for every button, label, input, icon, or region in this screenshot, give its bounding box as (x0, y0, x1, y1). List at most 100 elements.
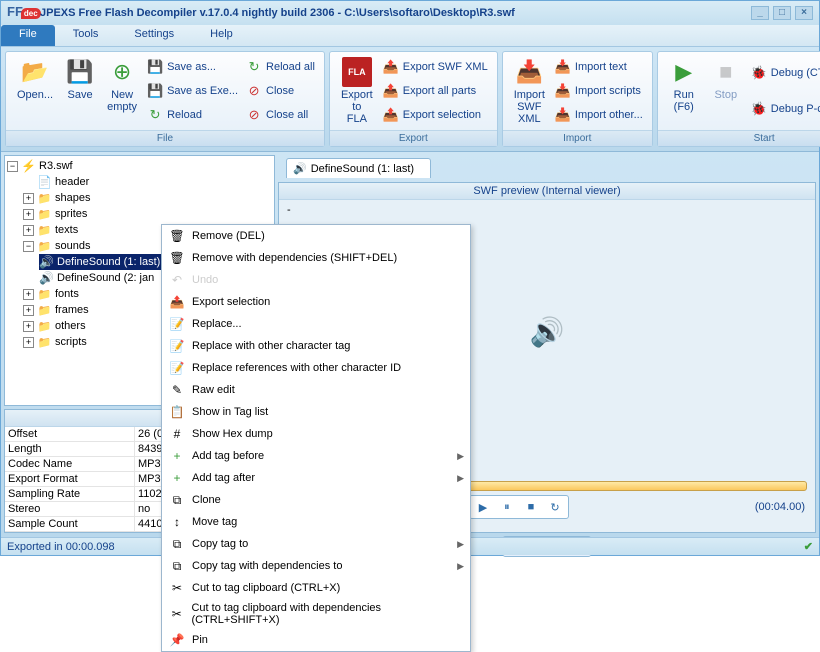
xml-icon: 📤 (383, 59, 399, 75)
close-all-button[interactable]: ⊘Close all (242, 105, 319, 125)
export-swf-xml-button[interactable]: 📤Export SWF XML (379, 57, 492, 77)
debug-pcode-button[interactable]: 🐞Debug P-code (747, 99, 820, 119)
replace-refs-icon: 📝 (168, 360, 186, 376)
menu-settings[interactable]: Settings (116, 25, 192, 46)
ribbon-group-file: 📂 Open... 💾 Save ⊕ Newempty 💾Save as... … (5, 51, 325, 147)
fla-icon: FLA (342, 57, 372, 87)
export-all-icon: 📤 (383, 83, 399, 99)
ctx-remove-deps[interactable]: 🗑Remove with dependencies (SHIFT+DEL) (162, 247, 470, 269)
ctx-clone[interactable]: ⧉Clone (162, 489, 470, 511)
new-icon: ⊕ (107, 57, 137, 87)
ctx-replace-refs[interactable]: 📝Replace references with other character… (162, 357, 470, 379)
ctx-remove[interactable]: 🗑Remove (DEL) (162, 225, 470, 247)
save-as-icon: 💾 (147, 59, 163, 75)
player-loop-button[interactable]: ↻ (544, 498, 566, 516)
cut-deps-icon: ✂ (168, 606, 185, 622)
sound-icon: 🔊 (39, 271, 54, 285)
save-as-button[interactable]: 💾Save as... (143, 57, 242, 77)
import-other-icon: 📥 (555, 107, 571, 123)
tree-header[interactable]: 📄header (23, 174, 272, 190)
import-scripts-button[interactable]: 📥Import scripts (551, 81, 647, 101)
menu-file[interactable]: File (1, 25, 55, 46)
export-fla-button[interactable]: FLA Exportto FLA (335, 55, 379, 127)
ctx-export-selection[interactable]: 📤Export selection (162, 291, 470, 313)
list-icon: 📋 (168, 404, 186, 420)
close-button[interactable]: × (795, 6, 813, 20)
folder-icon (37, 319, 52, 333)
ctx-cut-deps[interactable]: ✂Cut to tag clipboard with dependencies … (162, 599, 470, 629)
reload-all-icon: ↻ (246, 59, 262, 75)
folder-icon (37, 303, 52, 317)
menu-help[interactable]: Help (192, 25, 251, 46)
ctx-add-after[interactable]: +Add tag after▶ (162, 467, 470, 489)
status-ok-icon: ✔ (804, 540, 813, 553)
bug-icon: 🐞 (751, 101, 767, 117)
ctx-replace-char[interactable]: 📝Replace with other character tag (162, 335, 470, 357)
ctx-copy-deps[interactable]: ⧉Copy tag with dependencies to▶ (162, 555, 470, 577)
speaker-icon: 🔊 (530, 316, 565, 349)
tree-shapes[interactable]: +shapes (23, 190, 272, 206)
tree-sprites[interactable]: +sprites (23, 206, 272, 222)
stop-button[interactable]: ■ Stop (705, 55, 747, 127)
copy-deps-icon: ⧉ (168, 558, 186, 574)
reload-all-button[interactable]: ↻Reload all (242, 57, 319, 77)
ctx-add-before[interactable]: +Add tag before▶ (162, 445, 470, 467)
import-other-button[interactable]: 📥Import other... (551, 105, 647, 125)
menubar: File Tools Settings Help (1, 25, 819, 47)
import-swf-xml-button[interactable]: 📥 ImportSWF XML (508, 55, 551, 127)
window-title: JPEXS Free Flash Decompiler v.17.0.4 nig… (40, 7, 515, 19)
import-text-button[interactable]: 📥Import text (551, 57, 647, 77)
submenu-arrow-icon: ▶ (457, 561, 464, 572)
minimize-button[interactable]: _ (751, 6, 769, 20)
close-all-icon: ⊘ (246, 107, 262, 123)
delete-icon: 🗑 (168, 228, 186, 244)
export-all-parts-button[interactable]: 📤Export all parts (379, 81, 492, 101)
ctx-copy-to[interactable]: ⧉Copy tag to▶ (162, 533, 470, 555)
delete-deps-icon: 🗑 (168, 250, 186, 266)
export-icon: 📤 (168, 294, 186, 310)
play-icon: ▶ (669, 57, 699, 87)
time-label: (00:04.00) (755, 501, 805, 513)
app-logo-icon: FFdec (7, 4, 35, 22)
close-file-button[interactable]: ⊘Close (242, 81, 319, 101)
folder-icon (37, 335, 52, 349)
context-menu: 🗑Remove (DEL) 🗑Remove with dependencies … (161, 224, 471, 652)
folder-icon (37, 207, 52, 221)
exe-icon: 💾 (147, 83, 163, 99)
ctx-cut[interactable]: ✂Cut to tag clipboard (CTRL+X) (162, 577, 470, 599)
save-button[interactable]: 💾 Save (59, 55, 101, 127)
add-icon: + (168, 448, 186, 464)
player-stop-button[interactable]: ■ (520, 498, 542, 516)
tree-root[interactable]: −⚡R3.swf (7, 158, 272, 174)
ctx-show-hex[interactable]: #Show Hex dump (162, 423, 470, 445)
page-icon: 📄 (37, 175, 52, 189)
active-tab[interactable]: 🔊DefineSound (1: last) (286, 158, 431, 178)
status-text: Exported in 00:00.098 (7, 541, 115, 553)
ctx-undo[interactable]: ↶Undo (162, 269, 470, 291)
ctx-replace[interactable]: 📝Replace... (162, 313, 470, 335)
undo-icon: ↶ (168, 272, 186, 288)
debug-button[interactable]: 🐞Debug (CTRL+F5) (747, 63, 820, 83)
add-icon: + (168, 470, 186, 486)
ribbon: 📂 Open... 💾 Save ⊕ Newempty 💾Save as... … (1, 47, 819, 152)
import-scripts-icon: 📥 (555, 83, 571, 99)
new-empty-button[interactable]: ⊕ Newempty (101, 55, 143, 127)
ctx-move[interactable]: ↕Move tag (162, 511, 470, 533)
menu-tools[interactable]: Tools (55, 25, 117, 46)
preview-title: SWF preview (Internal viewer) (279, 183, 815, 200)
replace-icon: 📝 (168, 316, 186, 332)
run-button[interactable]: ▶ Run(F6) (663, 55, 705, 127)
reload-button[interactable]: ↻Reload (143, 105, 242, 125)
player-play-button[interactable]: ▶ (472, 498, 494, 516)
open-button[interactable]: 📂 Open... (11, 55, 59, 127)
ctx-show-tag-list[interactable]: 📋Show in Tag list (162, 401, 470, 423)
export-selection-button[interactable]: 📤Export selection (379, 105, 492, 125)
close-file-icon: ⊘ (246, 83, 262, 99)
ctx-pin[interactable]: 📌Pin (162, 629, 470, 651)
player-pause-button[interactable]: ⏸ (496, 498, 518, 516)
ctx-raw-edit[interactable]: ✎Raw edit (162, 379, 470, 401)
save-as-exe-button[interactable]: 💾Save as Exe... (143, 81, 242, 101)
main-window: FFdec JPEXS Free Flash Decompiler v.17.0… (0, 0, 820, 556)
open-icon: 📂 (20, 57, 50, 87)
maximize-button[interactable]: □ (773, 6, 791, 20)
